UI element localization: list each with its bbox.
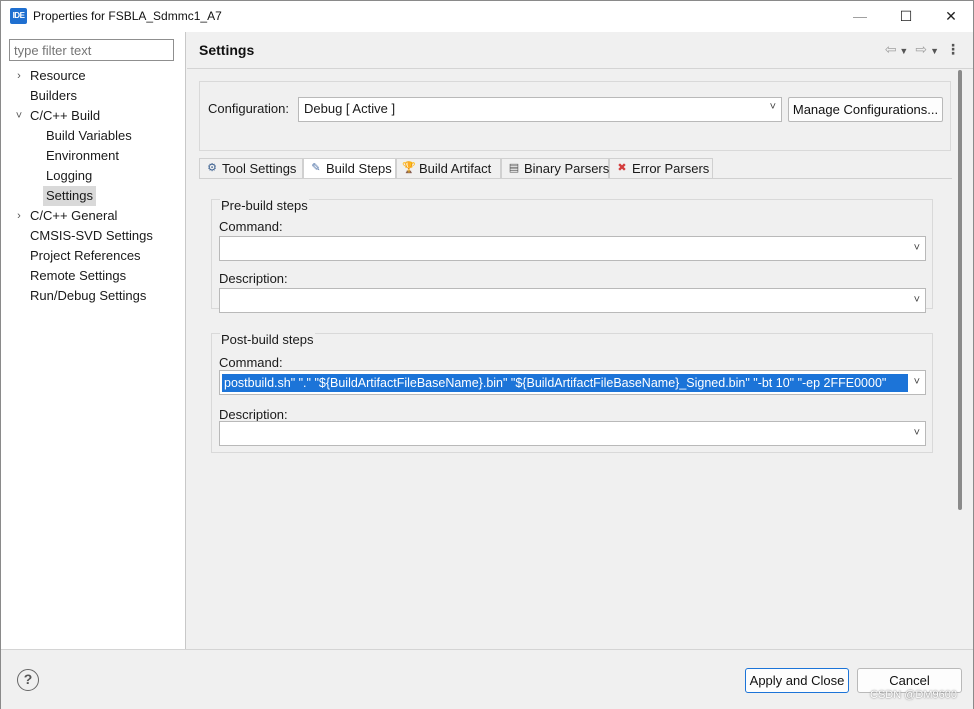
help-icon[interactable]: ? xyxy=(17,669,39,691)
postbuild-command-value: postbuild.sh" "." "${BuildArtifactFileBa… xyxy=(222,374,908,392)
chevron-down-icon: ˅ xyxy=(769,101,776,113)
configuration-value: Debug [ Active ] xyxy=(304,101,396,116)
properties-dialog: IDE Properties for FSBLA_Sdmmc1_A7 — ☐ ✕… xyxy=(0,0,974,709)
chevron-right-icon[interactable]: › xyxy=(13,206,25,226)
chevron-down-icon[interactable]: ˅ xyxy=(911,376,920,388)
back-arrow-icon[interactable]: ⇦ xyxy=(885,41,900,58)
nav-toolbar: ⇦▼ ⇨▼ ⋮ xyxy=(885,41,963,58)
tab-label: Binary Parsers xyxy=(524,161,610,176)
configuration-label: Configuration: xyxy=(208,101,289,116)
prebuild-command-input[interactable]: ˅ xyxy=(219,236,926,261)
back-dropdown-icon[interactable]: ▼ xyxy=(899,46,911,56)
chevron-down-icon[interactable]: ˅ xyxy=(911,294,920,306)
tree-item-remote-settings[interactable]: Remote Settings xyxy=(1,266,185,286)
postbuild-title: Post-build steps xyxy=(220,332,315,347)
trophy-icon: 🏆 xyxy=(402,162,416,174)
configuration-select[interactable]: Debug [ Active ] ˅ xyxy=(298,97,782,122)
tree-item-label: Build Variables xyxy=(46,128,132,143)
chevron-down-icon[interactable]: ˅ xyxy=(911,242,920,254)
tree-item-label: C/C++ General xyxy=(30,208,118,223)
tree-item-settings[interactable]: Settings xyxy=(1,186,185,206)
prebuild-title: Pre-build steps xyxy=(220,198,309,213)
tree-item-run-debug-settings[interactable]: Run/Debug Settings xyxy=(1,286,185,306)
tree-item-label: Remote Settings xyxy=(30,268,127,283)
title-bar: IDE Properties for FSBLA_Sdmmc1_A7 — ☐ ✕ xyxy=(1,1,973,32)
watermark: CSDN @DM9600 xyxy=(870,689,957,701)
tab-label: Build Artifact xyxy=(419,161,492,176)
tree-item-c-c-build[interactable]: ˅ C/C++ Build xyxy=(1,106,185,126)
tree-item-label: Project References xyxy=(30,248,141,263)
tree-item-logging[interactable]: Logging xyxy=(1,166,185,186)
prebuild-description-label: Description: xyxy=(219,271,288,286)
tree-item-resource[interactable]: › Resource xyxy=(1,66,185,86)
postbuild-command-input[interactable]: postbuild.sh" "." "${BuildArtifactFileBa… xyxy=(219,370,926,395)
scrollbar-thumb[interactable] xyxy=(958,70,962,510)
chevron-down-icon[interactable]: ˅ xyxy=(911,427,920,439)
tree-item-label: Environment xyxy=(46,148,119,163)
tab-build-steps[interactable]: ✎ Build Steps xyxy=(303,158,396,180)
tree-item-builders[interactable]: Builders xyxy=(1,86,185,106)
tool-settings-icon: ⚙ xyxy=(207,162,217,174)
tree-item-label: Run/Debug Settings xyxy=(30,288,147,303)
tab-label: Build Steps xyxy=(326,161,392,176)
property-tree: › Resource Builders ˅ C/C++ Build Build Varia… xyxy=(1,66,185,306)
postbuild-description-label: Description: xyxy=(219,407,288,422)
tab-error-parsers[interactable]: ✖ Error Parsers xyxy=(609,158,713,179)
tree-item-cmsis-svd-settings[interactable]: CMSIS-SVD Settings xyxy=(1,226,185,246)
prebuild-description-input[interactable]: ˅ xyxy=(219,288,926,313)
apply-and-close-button[interactable]: Apply and Close xyxy=(745,668,849,693)
postbuild-command-label: Command: xyxy=(219,355,283,370)
navigation-pane: › Resource Builders ˅ C/C++ Build Build Varia… xyxy=(1,32,186,649)
tab-binary-parsers[interactable]: ▤ Binary Parsers xyxy=(501,158,609,179)
minimize-button[interactable]: — xyxy=(837,1,883,32)
tree-item-build-variables[interactable]: Build Variables xyxy=(1,126,185,146)
manage-configurations-button[interactable]: Manage Configurations... xyxy=(788,97,943,122)
close-button[interactable]: ✕ xyxy=(928,1,974,32)
forward-dropdown-icon[interactable]: ▼ xyxy=(930,46,942,56)
prebuild-command-label: Command: xyxy=(219,219,283,234)
chevron-down-icon[interactable]: ˅ xyxy=(13,106,25,126)
page-title: Settings xyxy=(199,42,255,58)
window-title: Properties for FSBLA_Sdmmc1_A7 xyxy=(33,9,222,23)
vertical-scrollbar[interactable] xyxy=(956,70,964,648)
tree-item-project-references[interactable]: Project References xyxy=(1,246,185,266)
prebuild-group: Pre-build steps Command: ˅ Description: … xyxy=(211,198,933,313)
build-steps-panel: Pre-build steps Command: ˅ Description: … xyxy=(200,179,952,649)
configuration-group: Configuration: Debug [ Active ] ˅ Manage… xyxy=(199,81,951,151)
tab-build-artifact[interactable]: 🏆 Build Artifact xyxy=(396,158,501,179)
tree-item-c-c-general[interactable]: › C/C++ General xyxy=(1,206,185,226)
error-icon: ✖ xyxy=(617,162,627,174)
view-menu-icon[interactable]: ⋮ xyxy=(946,41,963,58)
tree-item-label: Builders xyxy=(30,88,77,103)
chevron-right-icon[interactable]: › xyxy=(13,66,25,86)
postbuild-description-input[interactable]: ˅ xyxy=(219,421,926,446)
tree-item-label: Logging xyxy=(46,168,93,183)
binary-icon: ▤ xyxy=(508,162,520,174)
tree-item-environment[interactable]: Environment xyxy=(1,146,185,166)
tree-item-label: C/C++ Build xyxy=(30,108,101,123)
dialog-footer: ? Apply and Close Cancel xyxy=(1,649,973,709)
page-header: Settings ⇦▼ ⇨▼ ⋮ xyxy=(187,32,973,69)
tab-label: Error Parsers xyxy=(632,161,710,176)
maximize-button[interactable]: ☐ xyxy=(883,1,929,32)
tree-item-label: CMSIS-SVD Settings xyxy=(30,228,153,243)
postbuild-group: Post-build steps Command: postbuild.sh" … xyxy=(211,332,933,453)
tree-item-label: Resource xyxy=(30,68,86,83)
build-steps-icon: ✎ xyxy=(311,162,321,174)
tab-tool-settings[interactable]: ⚙ Tool Settings xyxy=(199,158,303,179)
tab-label: Tool Settings xyxy=(222,161,297,176)
ide-app-icon: IDE xyxy=(10,8,27,24)
forward-arrow-icon[interactable]: ⇨ xyxy=(915,41,930,58)
tree-item-label: Settings xyxy=(43,186,96,206)
filter-input[interactable] xyxy=(9,39,174,61)
